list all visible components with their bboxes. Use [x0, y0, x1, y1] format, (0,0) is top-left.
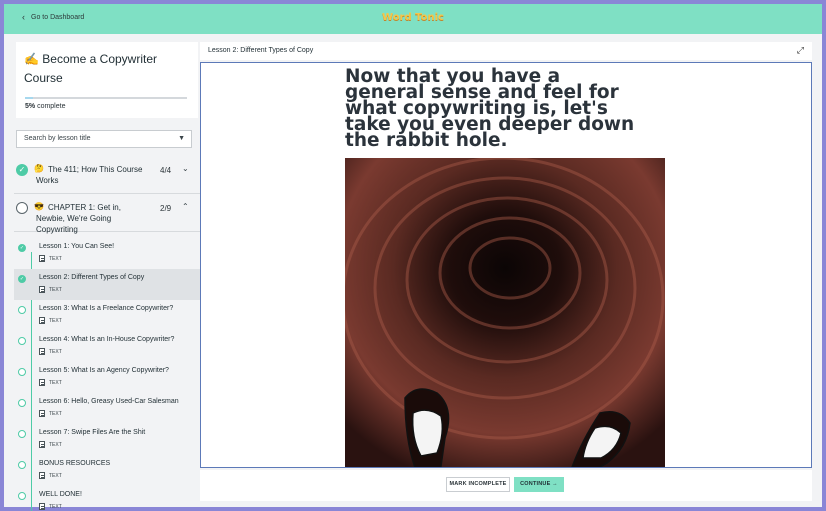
lesson-type: TEXT [39, 472, 62, 479]
document-icon [39, 286, 45, 293]
progress-percent: 5% [25, 103, 36, 110]
empty-dot-icon [18, 461, 26, 469]
empty-dot-icon [18, 430, 26, 438]
lesson-type-label: TEXT [49, 348, 62, 355]
lesson-header-title: Lesson 2: Different Types of Copy [208, 47, 314, 54]
lesson-item[interactable]: ✓ Lesson 1: You Can See! TEXT [14, 238, 200, 269]
empty-dot-icon [18, 337, 26, 345]
empty-dot-icon [18, 492, 26, 500]
lesson-title: Lesson 7: Swipe Files Are the Shit [39, 429, 146, 436]
top-bar: ‹ Go to Dashboard Word Tonic [4, 4, 822, 34]
check-dot-icon: ✓ [18, 244, 26, 252]
lesson-type-label: TEXT [49, 441, 62, 448]
lesson-title: Lesson 5: What Is an Agency Copywriter? [39, 367, 169, 374]
lesson-item[interactable]: Lesson 5: What Is an Agency Copywriter? T… [14, 362, 200, 393]
lesson-item[interactable]: BONUS RESOURCES TEXT [14, 455, 200, 486]
lesson-type: TEXT [39, 348, 62, 355]
section-1[interactable]: ✓ 🤔 The 411; How This Course Works 4/4 ⌄ [14, 158, 200, 194]
lesson-type-label: TEXT [49, 472, 62, 479]
section-progress-count: 2/9 [160, 204, 172, 213]
check-dot-icon: ✓ [18, 275, 26, 283]
search-placeholder: Search by lesson title [24, 135, 91, 142]
lesson-type-label: TEXT [49, 255, 62, 262]
lesson-title: Lesson 1: You Can See! [39, 243, 115, 250]
lesson-type: TEXT [39, 317, 62, 324]
progress-bar-fill [25, 97, 34, 99]
caret-down-icon: ▼ [178, 135, 185, 142]
lesson-title: WELL DONE! [39, 491, 82, 498]
section-2[interactable]: 😎 CHAPTER 1: Get in, Newbie, We're Going … [14, 196, 200, 234]
check-circle-icon: ✓ [16, 164, 28, 176]
document-icon [39, 255, 45, 262]
empty-dot-icon [18, 399, 26, 407]
lesson-item[interactable]: Lesson 3: What Is a Freelance Copywriter… [14, 300, 200, 331]
lesson-type-label: TEXT [49, 317, 62, 324]
lesson-title: BONUS RESOURCES [39, 460, 111, 467]
progress-suffix: complete [35, 103, 66, 110]
lesson-item[interactable]: Lesson 7: Swipe Files Are the Shit TEXT [14, 424, 200, 455]
progress-text: 5% complete [25, 103, 65, 110]
course-title-text: Become a Copywriter Course [24, 52, 158, 85]
section-progress-count: 4/4 [160, 166, 172, 175]
lesson-type: TEXT [39, 410, 62, 417]
rabbit-hole-illustration [345, 158, 665, 467]
lesson-title: Lesson 2: Different Types of Copy [39, 274, 145, 281]
chevron-down-icon: ⌄ [182, 164, 189, 173]
empty-circle-icon [16, 202, 28, 214]
lesson-footer: MARK INCOMPLETE CONTINUE → [200, 470, 812, 501]
lesson-search-select[interactable]: Search by lesson title ▼ [16, 130, 192, 148]
lesson-type-label: TEXT [49, 503, 62, 510]
lesson-item[interactable]: Lesson 4: What Is an In-House Copywriter… [14, 331, 200, 362]
lesson-headline: Now that you have a general sense and fe… [345, 66, 635, 151]
empty-dot-icon [18, 368, 26, 376]
document-icon [39, 441, 45, 448]
lesson-item[interactable]: ✓ Lesson 2: Different Types of Copy TEXT [14, 269, 200, 300]
document-icon [39, 317, 45, 324]
mark-incomplete-button[interactable]: MARK INCOMPLETE [446, 477, 510, 492]
lesson-type-label: TEXT [49, 410, 62, 417]
course-title: ✍️ Become a Copywriter Course [24, 50, 190, 88]
document-icon [39, 410, 45, 417]
lesson-item[interactable]: Lesson 6: Hello, Greasy Used-Car Salesma… [14, 393, 200, 424]
lesson-title: Lesson 3: What Is a Freelance Copywriter… [39, 305, 174, 312]
lesson-content[interactable]: Now that you have a general sense and fe… [200, 62, 812, 468]
section-title: CHAPTER 1: Get in, Newbie, We're Going C… [36, 203, 121, 234]
lesson-type: TEXT [39, 379, 62, 386]
empty-dot-icon [18, 306, 26, 314]
rabbit-hole-image [345, 158, 665, 467]
document-icon [39, 503, 45, 510]
writing-hand-icon: ✍️ [24, 52, 39, 66]
page: ✍️ Become a Copywriter Course 5% complet… [4, 34, 822, 511]
lesson-header: Lesson 2: Different Types of Copy ⤢ [200, 42, 812, 60]
lesson-type: TEXT [39, 286, 62, 293]
lesson-item[interactable]: WELL DONE! TEXT [14, 486, 200, 511]
lesson-type-label: TEXT [49, 286, 62, 293]
lesson-title: Lesson 4: What Is an In-House Copywriter… [39, 336, 175, 343]
logo[interactable]: Word Tonic [4, 12, 822, 23]
expand-icon[interactable]: ⤢ [797, 45, 804, 56]
section-title: The 411; How This Course Works [36, 165, 143, 185]
lesson-type: TEXT [39, 441, 62, 448]
sidebar: ✍️ Become a Copywriter Course 5% complet… [14, 42, 200, 511]
document-icon [39, 472, 45, 479]
chevron-up-icon: ⌃ [182, 202, 189, 211]
lesson-title: Lesson 6: Hello, Greasy Used-Car Salesma… [39, 398, 179, 405]
document-icon [39, 348, 45, 355]
lesson-type-label: TEXT [49, 379, 62, 386]
course-card: ✍️ Become a Copywriter Course 5% complet… [16, 42, 198, 118]
continue-button[interactable]: CONTINUE → [514, 477, 564, 492]
lesson-type: TEXT [39, 255, 62, 262]
progress-bar [25, 97, 187, 99]
lesson-type: TEXT [39, 503, 62, 510]
document-icon [39, 379, 45, 386]
